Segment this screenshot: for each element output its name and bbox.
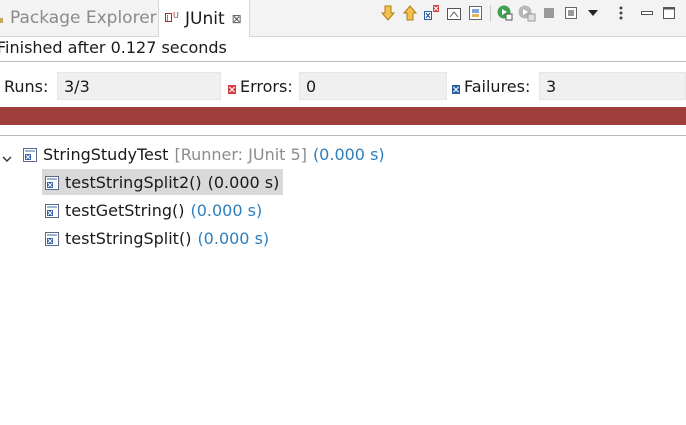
failure-icon [452, 79, 460, 94]
view-tab-bar: Package Explorer J U JUnit ⊠ [0, 0, 686, 37]
history-dropdown-icon[interactable] [582, 2, 604, 24]
minimize-icon[interactable] [636, 2, 658, 24]
tree-item-test-suite[interactable]: StringStudyTest [Runner: JUnit 5] (0.000… [2, 141, 385, 167]
close-icon[interactable]: ⊠ [232, 13, 242, 25]
runs-value: 3/3 [57, 72, 221, 100]
test-time: (0.000 s) [207, 172, 280, 192]
stop-icon[interactable] [538, 2, 560, 24]
next-failure-icon[interactable] [377, 2, 399, 24]
tab-package-explorer-label: Package Explorer [10, 8, 157, 28]
test-failed-icon [45, 231, 59, 246]
run-status-message: Finished after 0.127 seconds [0, 38, 227, 57]
suite-name: StringStudyTest [43, 144, 169, 164]
junit-icon: J U [165, 9, 181, 28]
test-failed-icon [45, 175, 59, 190]
previous-failure-icon[interactable] [399, 2, 421, 24]
scroll-lock-icon[interactable] [443, 2, 465, 24]
rerun-test-icon[interactable] [494, 2, 516, 24]
suite-time: (0.000 s) [312, 144, 385, 164]
tree-item-test-0[interactable]: testStringSplit2() (0.000 s) [42, 169, 284, 195]
tree-item-test-2[interactable]: testStringSplit() (0.000 s) [45, 225, 269, 251]
chevron-down-icon[interactable] [2, 149, 12, 162]
history-icon[interactable] [560, 2, 582, 24]
test-name: testStringSplit2() [65, 172, 202, 192]
tab-junit-label: JUnit [185, 8, 225, 29]
test-failed-icon [45, 203, 59, 218]
divider [0, 61, 686, 62]
view-toolbar [377, 0, 686, 26]
counter-panel: Runs: 3/3 Errors: 0 Failures: 3 [0, 72, 686, 100]
failures-label: Failures: [464, 77, 531, 96]
view-menu-icon[interactable] [610, 2, 632, 24]
show-skipped-icon[interactable] [465, 2, 487, 24]
runs-label: Runs: [4, 77, 49, 96]
tab-junit[interactable]: J U JUnit ⊠ [158, 0, 250, 37]
package-explorer-icon [0, 12, 4, 24]
test-suite-failed-icon [23, 147, 37, 162]
suite-runner: [Runner: JUnit 5] [174, 144, 307, 164]
test-time: (0.000 s) [190, 200, 263, 220]
tab-package-explorer[interactable]: Package Explorer [0, 0, 157, 36]
test-name: testGetString() [65, 200, 185, 220]
svg-text:U: U [173, 11, 179, 20]
test-name: testStringSplit() [65, 228, 192, 248]
maximize-icon[interactable] [658, 2, 680, 24]
test-time: (0.000 s) [197, 228, 270, 248]
show-failures-only-icon[interactable] [421, 2, 443, 24]
errors-value: 0 [299, 72, 447, 100]
test-progress-bar [0, 107, 686, 125]
divider [0, 135, 686, 136]
rerun-failed-first-icon[interactable] [516, 2, 538, 24]
errors-label: Errors: [240, 77, 293, 96]
error-icon [228, 79, 236, 94]
failures-value: 3 [539, 72, 686, 100]
tree-item-test-1[interactable]: testGetString() (0.000 s) [45, 197, 262, 223]
svg-text:J: J [166, 14, 169, 22]
toolbar-separator [490, 5, 491, 21]
